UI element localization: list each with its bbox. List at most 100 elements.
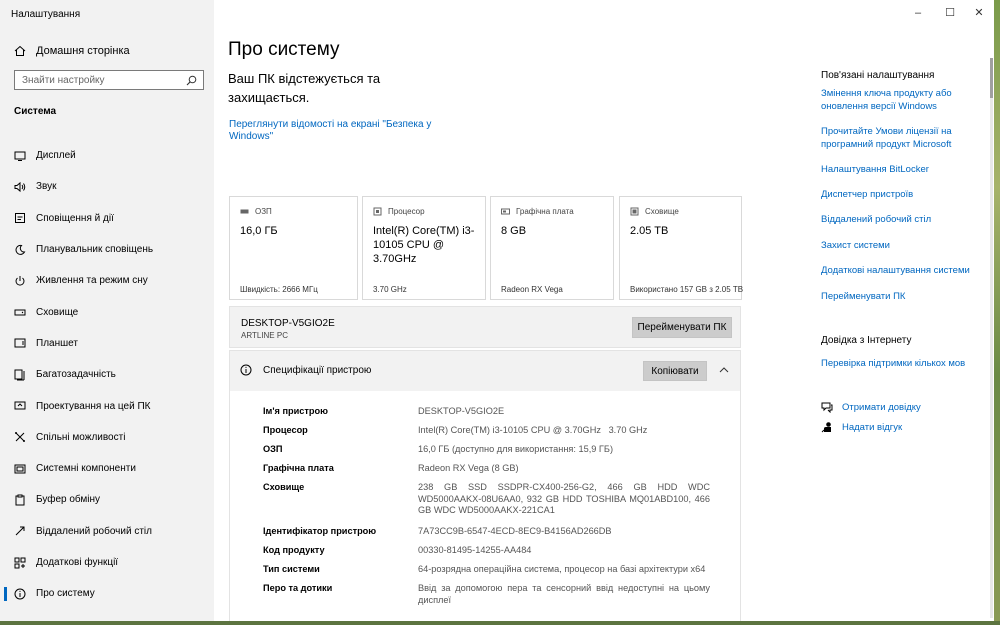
sidebar-item-notifications[interactable]: Сповіщення й дії xyxy=(0,203,214,234)
feedback-icon xyxy=(821,422,831,433)
pc-model: ARTLINE PC xyxy=(241,331,288,340)
close-button[interactable]: ✕ xyxy=(972,6,986,20)
multitasking-icon xyxy=(14,369,25,381)
get-help-label: Отримати довідку xyxy=(842,401,921,413)
cpu-icon xyxy=(373,207,382,216)
card-value: 2.05 TB xyxy=(630,225,669,237)
spec-key: Графічна плата xyxy=(263,463,334,473)
sidebar-item-display[interactable]: Дисплей xyxy=(0,140,214,171)
scrollbar-track[interactable] xyxy=(990,58,993,618)
power-icon xyxy=(15,275,25,286)
related-link-remote-desktop[interactable]: Віддалений робочий стіл xyxy=(821,214,981,227)
spec-key: Тип системи xyxy=(263,564,320,574)
device-specs-header[interactable]: Специфікації пристрою Копіювати xyxy=(230,351,740,391)
spec-key: Сховище xyxy=(263,482,305,492)
projecting-icon xyxy=(14,401,26,410)
spec-value: 64-розрядна операційна система, процесор… xyxy=(418,564,706,574)
spec-key: Код продукту xyxy=(263,545,325,555)
sidebar-item-label: Додаткові функції xyxy=(36,557,119,568)
search-input[interactable] xyxy=(22,74,182,87)
card-detail: Використано 157 GB з 2.05 TB xyxy=(630,285,744,294)
sidebar-item-power[interactable]: Живлення та режим сну xyxy=(0,265,214,296)
feedback-label: Надати відгук xyxy=(842,421,903,433)
related-link-license[interactable]: Прочитайте Умови ліцензії на програмний … xyxy=(821,126,981,151)
sidebar-item-remote-desktop[interactable]: Віддалений робочий стіл xyxy=(0,516,214,547)
remote-desktop-icon xyxy=(15,526,25,536)
get-help-link[interactable]: Отримати довідку xyxy=(821,401,921,413)
info-icon xyxy=(14,588,26,600)
card-title: Процесор xyxy=(388,207,425,216)
sidebar-item-label: Віддалений робочий стіл xyxy=(36,525,152,537)
spec-value: Intel(R) Core(TM) i3-10105 CPU @ 3.70GHz… xyxy=(418,425,648,435)
security-link[interactable]: Переглянути відомості на екрані "Безпека… xyxy=(229,119,449,143)
pc-name-bar: DESKTOP-V5GIO2E ARTLINE PC Перейменувати… xyxy=(229,306,741,348)
card-header: Процесор xyxy=(373,207,425,216)
related-link-product-key[interactable]: Змінення ключа продукту або оновлення ве… xyxy=(821,88,981,113)
info-icon xyxy=(240,364,252,376)
maximize-button[interactable]: ☐ xyxy=(943,6,957,20)
pc-name: DESKTOP-V5GIO2E xyxy=(241,318,335,329)
sidebar-item-label: Спільні можливості xyxy=(36,431,126,443)
scrollbar-thumb[interactable] xyxy=(990,58,993,98)
card-value: 16,0 ГБ xyxy=(240,225,278,237)
rename-pc-button[interactable]: Перейменувати ПК xyxy=(632,317,732,338)
sidebar-item-shared-experiences[interactable]: Спільні можливості xyxy=(0,422,214,453)
gpu-card: Графічна плата 8 GB Radeon RX Vega xyxy=(490,196,614,300)
related-link-rename-pc[interactable]: Перейменувати ПК xyxy=(821,291,981,304)
sidebar-item-system-components[interactable]: Системні компоненти xyxy=(0,453,214,484)
cpu-card: Процесор Intel(R) Core(TM) i3-10105 CPU … xyxy=(362,196,486,300)
taskbar-edge xyxy=(0,621,1000,625)
sidebar-item-label: Сховище xyxy=(36,306,79,318)
sidebar-item-label: Звук xyxy=(36,181,57,193)
sidebar-nav: Дисплей Звук Сповіщення й дії Планувальн… xyxy=(0,140,214,609)
storage-icon xyxy=(14,309,26,316)
sidebar-item-tablet[interactable]: Планшет xyxy=(0,328,214,359)
home-link[interactable]: Домашня сторінка xyxy=(14,43,130,59)
sidebar-item-sound[interactable]: Звук xyxy=(0,171,214,202)
search-box[interactable] xyxy=(14,70,204,90)
ram-icon xyxy=(240,209,249,214)
sidebar-item-about[interactable]: Про систему xyxy=(0,578,214,609)
spec-key: Ім'я пристрою xyxy=(263,406,328,416)
sidebar-item-clipboard[interactable]: Буфер обміну xyxy=(0,484,214,515)
tablet-icon xyxy=(14,338,26,348)
related-link-device-manager[interactable]: Диспетчер пристроїв xyxy=(821,189,981,202)
sidebar-item-projecting[interactable]: Проектування на цей ПК xyxy=(0,390,214,421)
system-components-icon xyxy=(14,464,26,474)
home-label: Домашня сторінка xyxy=(36,45,130,57)
card-header: Графічна плата xyxy=(501,207,574,216)
related-link-bitlocker[interactable]: Налаштування BitLocker xyxy=(821,164,981,177)
desktop-background xyxy=(994,0,1000,625)
feedback-link[interactable]: Надати відгук xyxy=(821,421,902,433)
sidebar-item-storage[interactable]: Сховище xyxy=(0,296,214,327)
web-link-language-support[interactable]: Перевірка підтримки кількох мов xyxy=(821,358,991,371)
card-detail: 3.70 GHz xyxy=(373,285,407,294)
related-link-system-protection[interactable]: Захист системи xyxy=(821,240,981,253)
copy-button[interactable]: Копіювати xyxy=(643,361,707,381)
card-header: Сховище xyxy=(630,207,679,216)
card-value: Intel(R) Core(TM) i3-10105 CPU @ 3.70GHz xyxy=(373,225,475,265)
spec-key: ОЗП xyxy=(263,444,283,454)
card-value: 8 GB xyxy=(501,225,527,237)
sidebar-item-multitasking[interactable]: Багатозадачність xyxy=(0,359,214,390)
settings-window: Налаштування Домашня сторінка Система Ди… xyxy=(0,0,994,621)
minimize-button[interactable]: – xyxy=(911,6,925,20)
spec-value: Radeon RX Vega (8 GB) xyxy=(418,463,519,473)
related-link-advanced-settings[interactable]: Додаткові налаштування системи xyxy=(821,265,981,278)
web-help-heading: Довідка з Інтернету xyxy=(821,335,912,346)
section-title: Система xyxy=(14,106,57,117)
clipboard-icon xyxy=(15,494,25,506)
chevron-up-icon[interactable] xyxy=(719,365,729,375)
sidebar-item-label: Планшет xyxy=(36,337,78,349)
sidebar-item-label: Проектування на цей ПК xyxy=(36,400,151,412)
home-icon xyxy=(14,45,26,56)
spec-value: DESKTOP-V5GIO2E xyxy=(418,406,505,416)
window-title: Налаштування xyxy=(11,9,81,20)
spec-value: 00330-81495-14255-AA484 xyxy=(418,545,532,555)
sidebar-item-label: Про систему xyxy=(36,588,95,600)
sidebar-item-focus-assist[interactable]: Планувальник сповіщень xyxy=(0,234,214,265)
page-title: Про систему xyxy=(228,39,340,60)
main-content: – ☐ ✕ Про систему Ваш ПК відстежується т… xyxy=(214,0,994,621)
sidebar-item-optional-features[interactable]: Додаткові функції xyxy=(0,547,214,578)
search-icon[interactable] xyxy=(186,75,197,86)
